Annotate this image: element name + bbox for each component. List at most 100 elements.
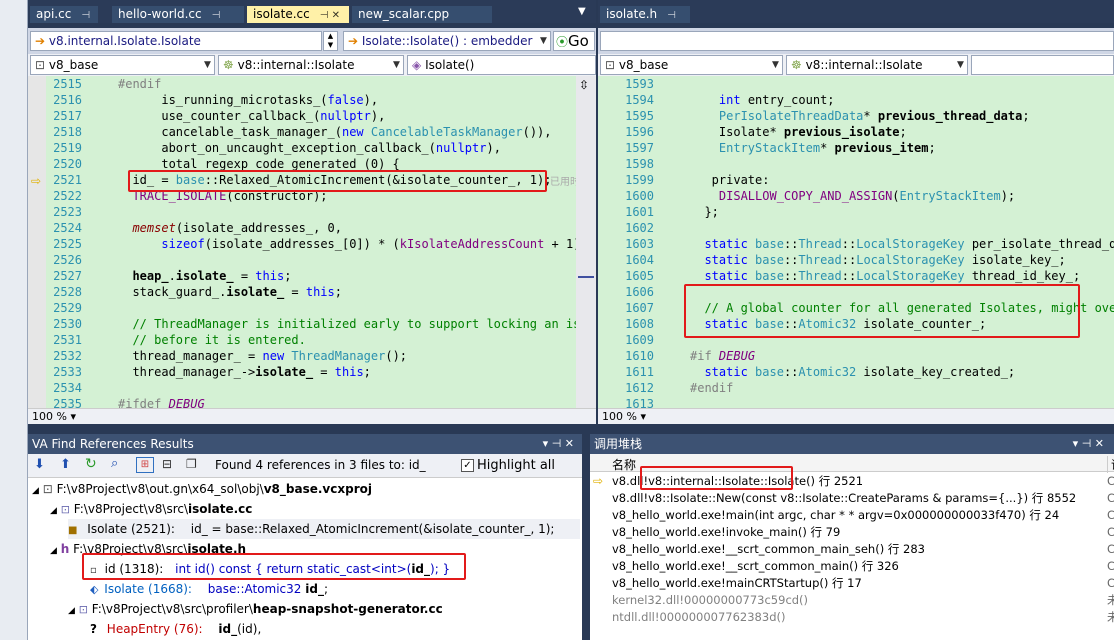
right-code-line[interactable]: 1604 static base::Thread::LocalStorageKe… <box>598 252 1114 268</box>
left-zoom[interactable]: 100 % ▾ <box>28 408 596 424</box>
left-vertical-scrollbar[interactable]: ⇳ <box>576 76 596 408</box>
tree-ref-isolate-1668[interactable]: ⬖ Isolate (1668): base::Atomic32 id_; <box>90 579 328 599</box>
tree-file-heap-snapshot[interactable]: ◢ ⊡ F:\v8Project\v8\src\profiler\heap-sn… <box>68 599 443 619</box>
line-number: 2523 <box>53 205 82 219</box>
copy-icon[interactable]: ❐ <box>186 457 197 471</box>
highlight-all-checkbox[interactable]: ✓ <box>461 459 474 472</box>
tree-project-row[interactable]: ◢ ⊡ F:\v8Project\v8\out.gn\x64_sol\obj\v… <box>32 479 372 499</box>
code-text: Isolate* previous_isolate; <box>690 125 907 139</box>
tab-new-scalar-cpp[interactable]: new_scalar.cpp <box>352 6 492 23</box>
highlight-box-2521 <box>128 170 547 192</box>
left-code-line[interactable]: 2535 #ifdef DEBUG <box>28 396 576 408</box>
right-code-line[interactable]: 1613 <box>598 396 1114 408</box>
right-code-line[interactable]: 1593 <box>598 76 1114 92</box>
filter-icon[interactable]: ⊞ <box>136 457 154 473</box>
tab-isolate-h[interactable]: isolate.h ⊣ <box>600 6 690 23</box>
find-icon[interactable]: ⌕ <box>111 456 118 471</box>
left-code-line[interactable]: 2528 stack_guard_.isolate_ = this; <box>28 284 576 300</box>
callstack-frame[interactable]: v8_hello_world.exe!__scrt_common_main_se… <box>590 541 1114 558</box>
refresh-icon[interactable]: ↻ <box>85 456 97 472</box>
code-text: thread_manager_->isolate_ = this; <box>118 365 371 379</box>
left-code-line[interactable]: 2515 #endif <box>28 76 576 92</box>
right-code-line[interactable]: 1603 static base::Thread::LocalStorageKe… <box>598 236 1114 252</box>
down-arrow-icon[interactable]: ⬇ <box>34 457 45 472</box>
line-number: 2527 <box>53 269 82 283</box>
right-code-line[interactable]: 1595 PerIsolateThreadData* previous_thre… <box>598 108 1114 124</box>
right-member-scope-combo[interactable] <box>971 55 1114 75</box>
tab-api-cc[interactable]: api.cc ⊣ <box>30 6 98 23</box>
tree-file-isolate-cc[interactable]: ◢ ⊡ F:\v8Project\v8\src\isolate.cc <box>50 499 252 519</box>
right-code-line[interactable]: 1612 #endif <box>598 380 1114 396</box>
go-button[interactable]: ⦿Go <box>553 31 595 51</box>
highlight-box-1607 <box>684 284 1080 338</box>
method-combo[interactable]: ➔ Isolate::Isolate() : embedder ▼ <box>343 31 551 51</box>
up-arrow-icon[interactable]: ⬆ <box>60 457 71 472</box>
left-code-line[interactable]: 2519 abort_on_uncaught_exception_callbac… <box>28 140 576 156</box>
tree-ref-isolate-2521[interactable]: ■ Isolate (2521): id_ = base::Relaxed_At… <box>68 519 580 539</box>
left-code-line[interactable]: 2525 sizeof(isolate_addresses_[0]) * (kI… <box>28 236 576 252</box>
right-code-editor[interactable]: 1593 1594 int entry_count; 1595 PerIsolate… <box>598 76 1114 408</box>
code-text: #if DEBUG <box>690 349 756 363</box>
right-code-line[interactable]: 1600 DISALLOW_COPY_AND_ASSIGN(EntryStack… <box>598 188 1114 204</box>
tab-overflow-icon[interactable]: ▼ <box>578 6 586 17</box>
callstack-frame[interactable]: v8_hello_world.exe!mainCRTStartup() 行 17… <box>590 575 1114 592</box>
symbol-combo-spinner[interactable]: ▲ ▼ <box>323 31 338 51</box>
left-code-line[interactable]: 2534 <box>28 380 576 396</box>
left-code-line[interactable]: 2523 <box>28 204 576 220</box>
right-code-line[interactable]: 1611 static base::Atomic32 isolate_key_c… <box>598 364 1114 380</box>
right-code-line[interactable]: 1594 int entry_count; <box>598 92 1114 108</box>
right-class-scope-combo[interactable]: ☸ v8::internal::Isolate ▼ <box>786 55 968 75</box>
left-code-line[interactable]: 2533 thread_manager_->isolate_ = this; <box>28 364 576 380</box>
right-code-line[interactable]: 1602 <box>598 220 1114 236</box>
right-code-line[interactable]: 1598 <box>598 156 1114 172</box>
left-code-line[interactable]: 2529 <box>28 300 576 316</box>
tab-hello-world-cc[interactable]: hello-world.cc ⊣ <box>112 6 244 23</box>
right-code-line[interactable]: 1601 }; <box>598 204 1114 220</box>
code-text: sizeof(isolate_addresses_[0]) * (kIsolat… <box>161 237 576 251</box>
tree-ref-heapentry-76[interactable]: ? HeapEntry (76): id_(id), <box>90 619 261 639</box>
pane-options-icon[interactable]: ▾ ⊣ ✕ <box>543 434 574 454</box>
callstack-options-icon[interactable]: ▾ ⊣ ✕ <box>1073 434 1104 454</box>
line-number: 2535 <box>53 397 82 408</box>
callstack-frame[interactable]: v8_hello_world.exe!invoke_main() 行 79 C <box>590 524 1114 541</box>
right-code-line[interactable]: 1597 EntryStackItem* previous_item; <box>598 140 1114 156</box>
left-code-line[interactable]: 2532 thread_manager_ = new ThreadManager… <box>28 348 576 364</box>
callstack-frame[interactable]: kernel32.dll!00000000773c59cd() 未 <box>590 592 1114 609</box>
left-code-line[interactable]: 2530 // ThreadManager is initialized ear… <box>28 316 576 332</box>
left-code-line[interactable]: 2527 heap_.isolate_ = this; <box>28 268 576 284</box>
callstack-frame[interactable]: v8_hello_world.exe!main(int argc, char *… <box>590 507 1114 524</box>
left-code-line[interactable]: 2516 is_running_microtasks_(false), <box>28 92 576 108</box>
left-code-line[interactable]: 2518 cancelable_task_manager_(new Cancel… <box>28 124 576 140</box>
left-code-line[interactable]: 2531 // before it is entered. <box>28 332 576 348</box>
left-code-line[interactable]: 2524 memset(isolate_addresses_, 0, <box>28 220 576 236</box>
right-symbol-combo[interactable] <box>600 31 1114 51</box>
left-code-line[interactable]: 2526 <box>28 252 576 268</box>
split-icon[interactable]: ⇳ <box>579 78 589 92</box>
right-code-line[interactable]: 1605 static base::Thread::LocalStorageKe… <box>598 268 1114 284</box>
col-lang-header[interactable]: 语 <box>1107 456 1114 473</box>
right-code-line[interactable]: 1599 private: <box>598 172 1114 188</box>
col-name-header[interactable]: 名称 <box>612 456 636 473</box>
code-text: EntryStackItem* previous_item; <box>718 141 936 155</box>
code-text: heap_.isolate_ = this; <box>132 269 292 283</box>
project-scope-combo[interactable]: ⊡ v8_base ▼ <box>30 55 215 75</box>
tab-isolate-cc[interactable]: isolate.cc ⊣ ✕ <box>247 6 349 23</box>
class-scope-combo[interactable]: ☸ v8::internal::Isolate ▼ <box>218 55 404 75</box>
symbol-combo[interactable]: ➔ v8.internal.Isolate.Isolate <box>30 31 322 51</box>
callstack-frame[interactable]: v8_hello_world.exe!__scrt_common_main() … <box>590 558 1114 575</box>
member-scope-combo[interactable]: ◈ Isolate() <box>407 55 596 75</box>
line-number: 2530 <box>53 317 82 331</box>
line-number: 1603 <box>625 237 654 251</box>
frame-language: C <box>1107 576 1114 590</box>
callstack-frame[interactable]: v8.dll!v8::Isolate::New(const v8::Isolat… <box>590 490 1114 507</box>
right-code-line[interactable]: 1596 Isolate* previous_isolate; <box>598 124 1114 140</box>
left-sidebar-strip <box>0 0 28 640</box>
line-number: 1604 <box>625 253 654 267</box>
left-code-editor[interactable]: ⇨ 2515 #endif 2516 is_running_microtasks_(… <box>28 76 576 408</box>
right-code-line[interactable]: 1610 #if DEBUG <box>598 348 1114 364</box>
callstack-frame[interactable]: ntdll.dll!000000007762383d() 未 <box>590 609 1114 626</box>
right-zoom[interactable]: 100 % ▾ <box>598 408 1114 424</box>
left-code-line[interactable]: 2517 use_counter_callback_(nullptr), <box>28 108 576 124</box>
group-icon[interactable]: ⊟ <box>162 457 172 471</box>
right-project-scope-combo[interactable]: ⊡ v8_base ▼ <box>600 55 783 75</box>
